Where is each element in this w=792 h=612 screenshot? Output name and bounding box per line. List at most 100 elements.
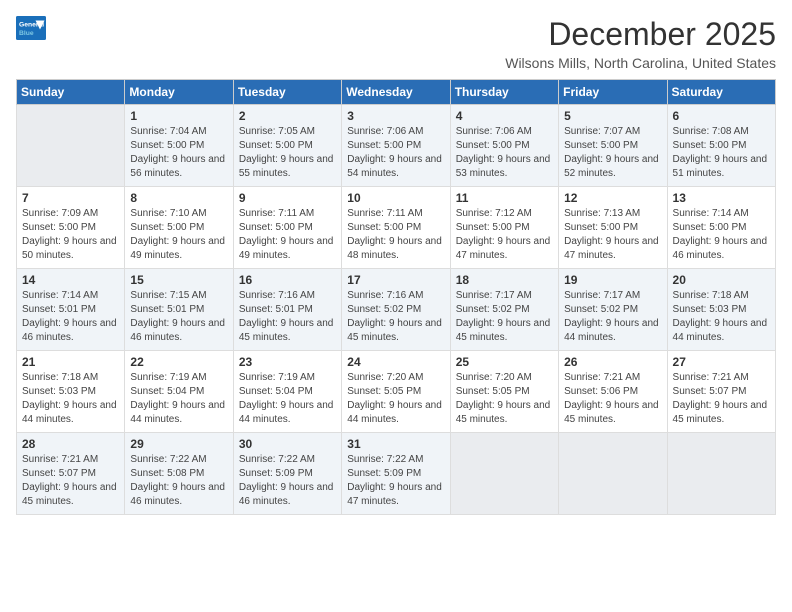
day-info: Sunrise: 7:06 AMSunset: 5:00 PMDaylight:… <box>456 125 553 181</box>
day-cell-31: 31 Sunrise: 7:22 AMSunset: 5:09 PMDayligh… <box>342 433 450 515</box>
day-number: 17 <box>347 273 444 287</box>
day-cell-4: 4Sunrise: 7:06 AMSunset: 5:00 PMDaylight… <box>450 105 558 187</box>
day-number: 6 <box>673 109 770 123</box>
day-number: 21 <box>22 355 119 369</box>
day-info: Sunrise: 7:11 AMSunset: 5:00 PMDaylight:… <box>347 207 444 263</box>
day-info: Sunrise: 7:21 AMSunset: 5:06 PMDaylight:… <box>564 371 661 427</box>
day-info: Sunrise: 7:07 AMSunset: 5:00 PMDaylight:… <box>564 125 661 181</box>
day-cell-13: 13 Sunrise: 7:14 AMSunset: 5:00 PMDayligh… <box>667 187 775 269</box>
day-info: Sunrise: 7:08 AMSunset: 5:00 PMDaylight:… <box>673 125 770 181</box>
weekday-header-wednesday: Wednesday <box>342 80 450 105</box>
day-cell-28: 28 Sunrise: 7:21 AMSunset: 5:07 PMDayligh… <box>17 433 125 515</box>
day-number: 25 <box>456 355 553 369</box>
day-cell-23: 23Sunrise: 7:19 AMSunset: 5:04 PMDayligh… <box>233 351 341 433</box>
day-number: 29 <box>130 437 227 451</box>
day-info: Sunrise: 7:16 AMSunset: 5:01 PMDaylight:… <box>239 289 336 345</box>
day-cell-29: 29 Sunrise: 7:22 AMSunset: 5:08 PMDayligh… <box>125 433 233 515</box>
weekday-header-tuesday: Tuesday <box>233 80 341 105</box>
weekday-header-row: SundayMondayTuesdayWednesdayThursdayFrid… <box>17 80 776 105</box>
day-cell-14: 14 Sunrise: 7:14 AMSunset: 5:01 PMDayligh… <box>17 269 125 351</box>
empty-cell <box>559 433 667 515</box>
day-number: 15 <box>130 273 227 287</box>
page-header: General Blue December 2025 Wilsons Mills… <box>16 16 776 71</box>
calendar-week-4: 21 Sunrise: 7:18 AMSunset: 5:03 PMDayligh… <box>17 351 776 433</box>
day-info: Sunrise: 7:04 AMSunset: 5:00 PMDaylight:… <box>130 125 227 181</box>
day-info: Sunrise: 7:17 AMSunset: 5:02 PMDaylight:… <box>456 289 553 345</box>
day-number: 26 <box>564 355 661 369</box>
location: Wilsons Mills, North Carolina, United St… <box>505 55 776 71</box>
day-info: Sunrise: 7:17 AMSunset: 5:02 PMDaylight:… <box>564 289 661 345</box>
day-info: Sunrise: 7:06 AMSunset: 5:00 PMDaylight:… <box>347 125 444 181</box>
day-number: 14 <box>22 273 119 287</box>
weekday-header-monday: Monday <box>125 80 233 105</box>
day-info: Sunrise: 7:18 AMSunset: 5:03 PMDaylight:… <box>22 371 119 427</box>
day-number: 22 <box>130 355 227 369</box>
title-block: December 2025 Wilsons Mills, North Carol… <box>505 16 776 71</box>
day-number: 31 <box>347 437 444 451</box>
day-info: Sunrise: 7:14 AMSunset: 5:00 PMDaylight:… <box>673 207 770 263</box>
day-cell-19: 19Sunrise: 7:17 AMSunset: 5:02 PMDayligh… <box>559 269 667 351</box>
day-info: Sunrise: 7:11 AMSunset: 5:00 PMDaylight:… <box>239 207 336 263</box>
day-info: Sunrise: 7:05 AMSunset: 5:00 PMDaylight:… <box>239 125 336 181</box>
day-info: Sunrise: 7:22 AMSunset: 5:08 PMDaylight:… <box>130 453 227 509</box>
day-number: 28 <box>22 437 119 451</box>
day-info: Sunrise: 7:21 AMSunset: 5:07 PMDaylight:… <box>673 371 770 427</box>
empty-cell <box>17 105 125 187</box>
day-info: Sunrise: 7:13 AMSunset: 5:00 PMDaylight:… <box>564 207 661 263</box>
day-info: Sunrise: 7:14 AMSunset: 5:01 PMDaylight:… <box>22 289 119 345</box>
logo-icon: General Blue <box>16 16 46 40</box>
day-cell-26: 26 Sunrise: 7:21 AMSunset: 5:06 PMDayligh… <box>559 351 667 433</box>
day-cell-18: 18 Sunrise: 7:17 AMSunset: 5:02 PMDayligh… <box>450 269 558 351</box>
day-number: 16 <box>239 273 336 287</box>
day-number: 11 <box>456 191 553 205</box>
day-info: Sunrise: 7:19 AMSunset: 5:04 PMDaylight:… <box>130 371 227 427</box>
day-number: 1 <box>130 109 227 123</box>
day-cell-8: 8Sunrise: 7:10 AMSunset: 5:00 PMDaylight… <box>125 187 233 269</box>
weekday-header-sunday: Sunday <box>17 80 125 105</box>
day-number: 5 <box>564 109 661 123</box>
empty-cell <box>667 433 775 515</box>
day-cell-16: 16 Sunrise: 7:16 AMSunset: 5:01 PMDayligh… <box>233 269 341 351</box>
day-info: Sunrise: 7:22 AMSunset: 5:09 PMDaylight:… <box>239 453 336 509</box>
day-cell-1: 1 Sunrise: 7:04 AMSunset: 5:00 PMDaylight… <box>125 105 233 187</box>
day-number: 20 <box>673 273 770 287</box>
day-cell-17: 17 Sunrise: 7:16 AMSunset: 5:02 PMDayligh… <box>342 269 450 351</box>
calendar-week-3: 14 Sunrise: 7:14 AMSunset: 5:01 PMDayligh… <box>17 269 776 351</box>
day-number: 30 <box>239 437 336 451</box>
day-cell-20: 20 Sunrise: 7:18 AMSunset: 5:03 PMDayligh… <box>667 269 775 351</box>
day-info: Sunrise: 7:15 AMSunset: 5:01 PMDaylight:… <box>130 289 227 345</box>
calendar-week-5: 28 Sunrise: 7:21 AMSunset: 5:07 PMDayligh… <box>17 433 776 515</box>
month-title: December 2025 <box>505 16 776 53</box>
day-cell-21: 21 Sunrise: 7:18 AMSunset: 5:03 PMDayligh… <box>17 351 125 433</box>
day-cell-25: 25 Sunrise: 7:20 AMSunset: 5:05 PMDayligh… <box>450 351 558 433</box>
day-cell-3: 3Sunrise: 7:06 AMSunset: 5:00 PMDaylight… <box>342 105 450 187</box>
day-cell-6: 6 Sunrise: 7:08 AMSunset: 5:00 PMDaylight… <box>667 105 775 187</box>
day-number: 8 <box>130 191 227 205</box>
weekday-header-thursday: Thursday <box>450 80 558 105</box>
svg-text:Blue: Blue <box>19 30 34 37</box>
day-cell-30: 30 Sunrise: 7:22 AMSunset: 5:09 PMDayligh… <box>233 433 341 515</box>
day-cell-15: 15 Sunrise: 7:15 AMSunset: 5:01 PMDayligh… <box>125 269 233 351</box>
logo: General Blue <box>16 16 46 40</box>
day-number: 24 <box>347 355 444 369</box>
day-cell-9: 9Sunrise: 7:11 AMSunset: 5:00 PMDaylight… <box>233 187 341 269</box>
day-info: Sunrise: 7:16 AMSunset: 5:02 PMDaylight:… <box>347 289 444 345</box>
calendar-week-1: 1 Sunrise: 7:04 AMSunset: 5:00 PMDaylight… <box>17 105 776 187</box>
day-info: Sunrise: 7:22 AMSunset: 5:09 PMDaylight:… <box>347 453 444 509</box>
day-cell-27: 27Sunrise: 7:21 AMSunset: 5:07 PMDayligh… <box>667 351 775 433</box>
weekday-header-friday: Friday <box>559 80 667 105</box>
day-cell-10: 10Sunrise: 7:11 AMSunset: 5:00 PMDayligh… <box>342 187 450 269</box>
day-number: 13 <box>673 191 770 205</box>
day-info: Sunrise: 7:09 AMSunset: 5:00 PMDaylight:… <box>22 207 119 263</box>
day-info: Sunrise: 7:20 AMSunset: 5:05 PMDaylight:… <box>347 371 444 427</box>
calendar-table: SundayMondayTuesdayWednesdayThursdayFrid… <box>16 79 776 515</box>
day-cell-7: 7Sunrise: 7:09 AMSunset: 5:00 PMDaylight… <box>17 187 125 269</box>
day-number: 2 <box>239 109 336 123</box>
svg-text:General: General <box>19 22 44 29</box>
day-info: Sunrise: 7:20 AMSunset: 5:05 PMDaylight:… <box>456 371 553 427</box>
day-cell-22: 22 Sunrise: 7:19 AMSunset: 5:04 PMDayligh… <box>125 351 233 433</box>
day-info: Sunrise: 7:21 AMSunset: 5:07 PMDaylight:… <box>22 453 119 509</box>
day-info: Sunrise: 7:18 AMSunset: 5:03 PMDaylight:… <box>673 289 770 345</box>
day-number: 12 <box>564 191 661 205</box>
day-number: 18 <box>456 273 553 287</box>
